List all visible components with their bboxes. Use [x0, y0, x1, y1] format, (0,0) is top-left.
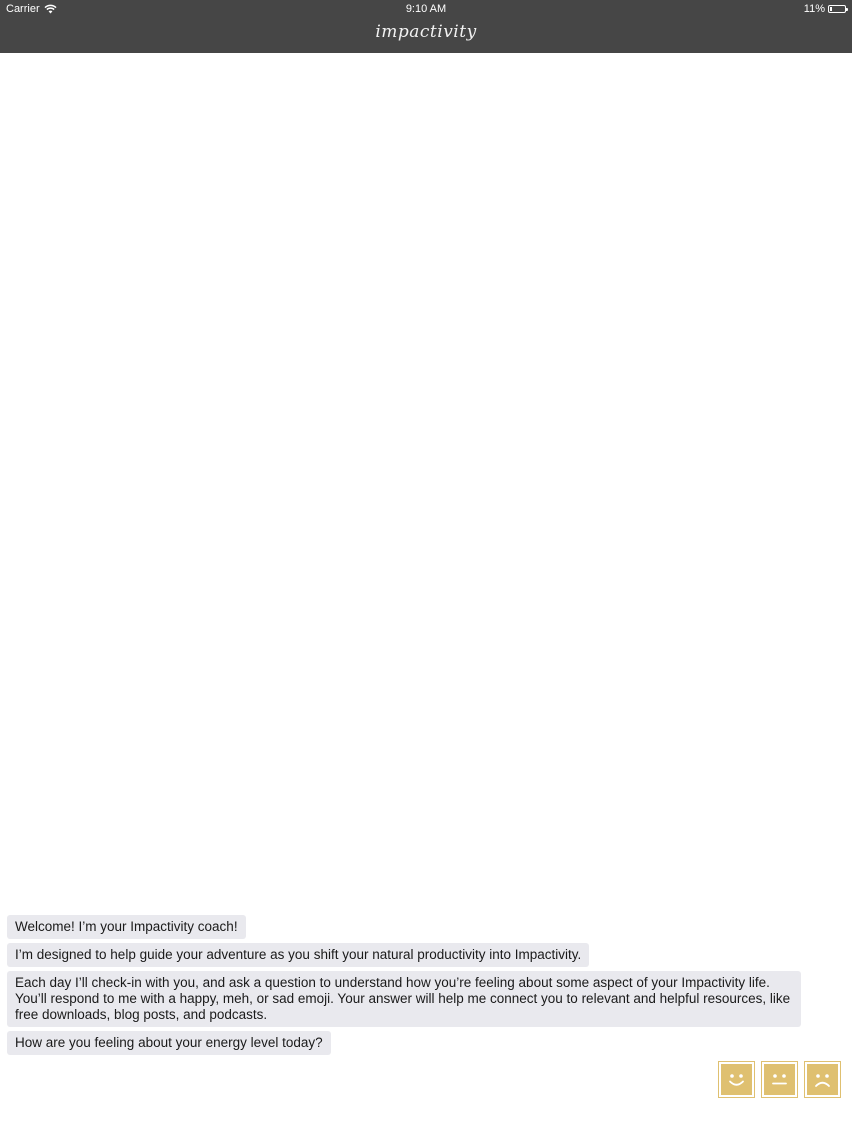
battery-icon — [828, 5, 848, 13]
meh-response-button[interactable] — [761, 1061, 798, 1098]
battery-percent: 11% — [803, 3, 825, 15]
meh-face-icon — [772, 1074, 787, 1085]
app-title: impactivity — [375, 22, 477, 42]
status-time: 9:10 AM — [405, 3, 447, 15]
chat-thread: Welcome! I’m your Impactivity coach! I’m… — [7, 915, 845, 1059]
chat-message-welcome: Welcome! I’m your Impactivity coach! — [7, 915, 246, 939]
happy-face-icon — [729, 1074, 744, 1086]
chat-message-explanation: Each day I’ll check-in with you, and ask… — [7, 971, 801, 1027]
emoji-response-bar — [718, 1061, 841, 1098]
battery-indicator: 11% — [803, 0, 848, 18]
sad-face-icon — [815, 1074, 830, 1087]
app-header: Carrier 9:10 AM 11% impactivity — [0, 0, 852, 53]
battery-fill — [830, 7, 832, 11]
status-bar: Carrier 9:10 AM 11% — [0, 0, 852, 18]
sad-response-button[interactable] — [804, 1061, 841, 1098]
chat-message-question: How are you feeling about your energy le… — [7, 1031, 331, 1055]
happy-response-button[interactable] — [718, 1061, 755, 1098]
chat-message-intro: I’m designed to help guide your adventur… — [7, 943, 590, 967]
